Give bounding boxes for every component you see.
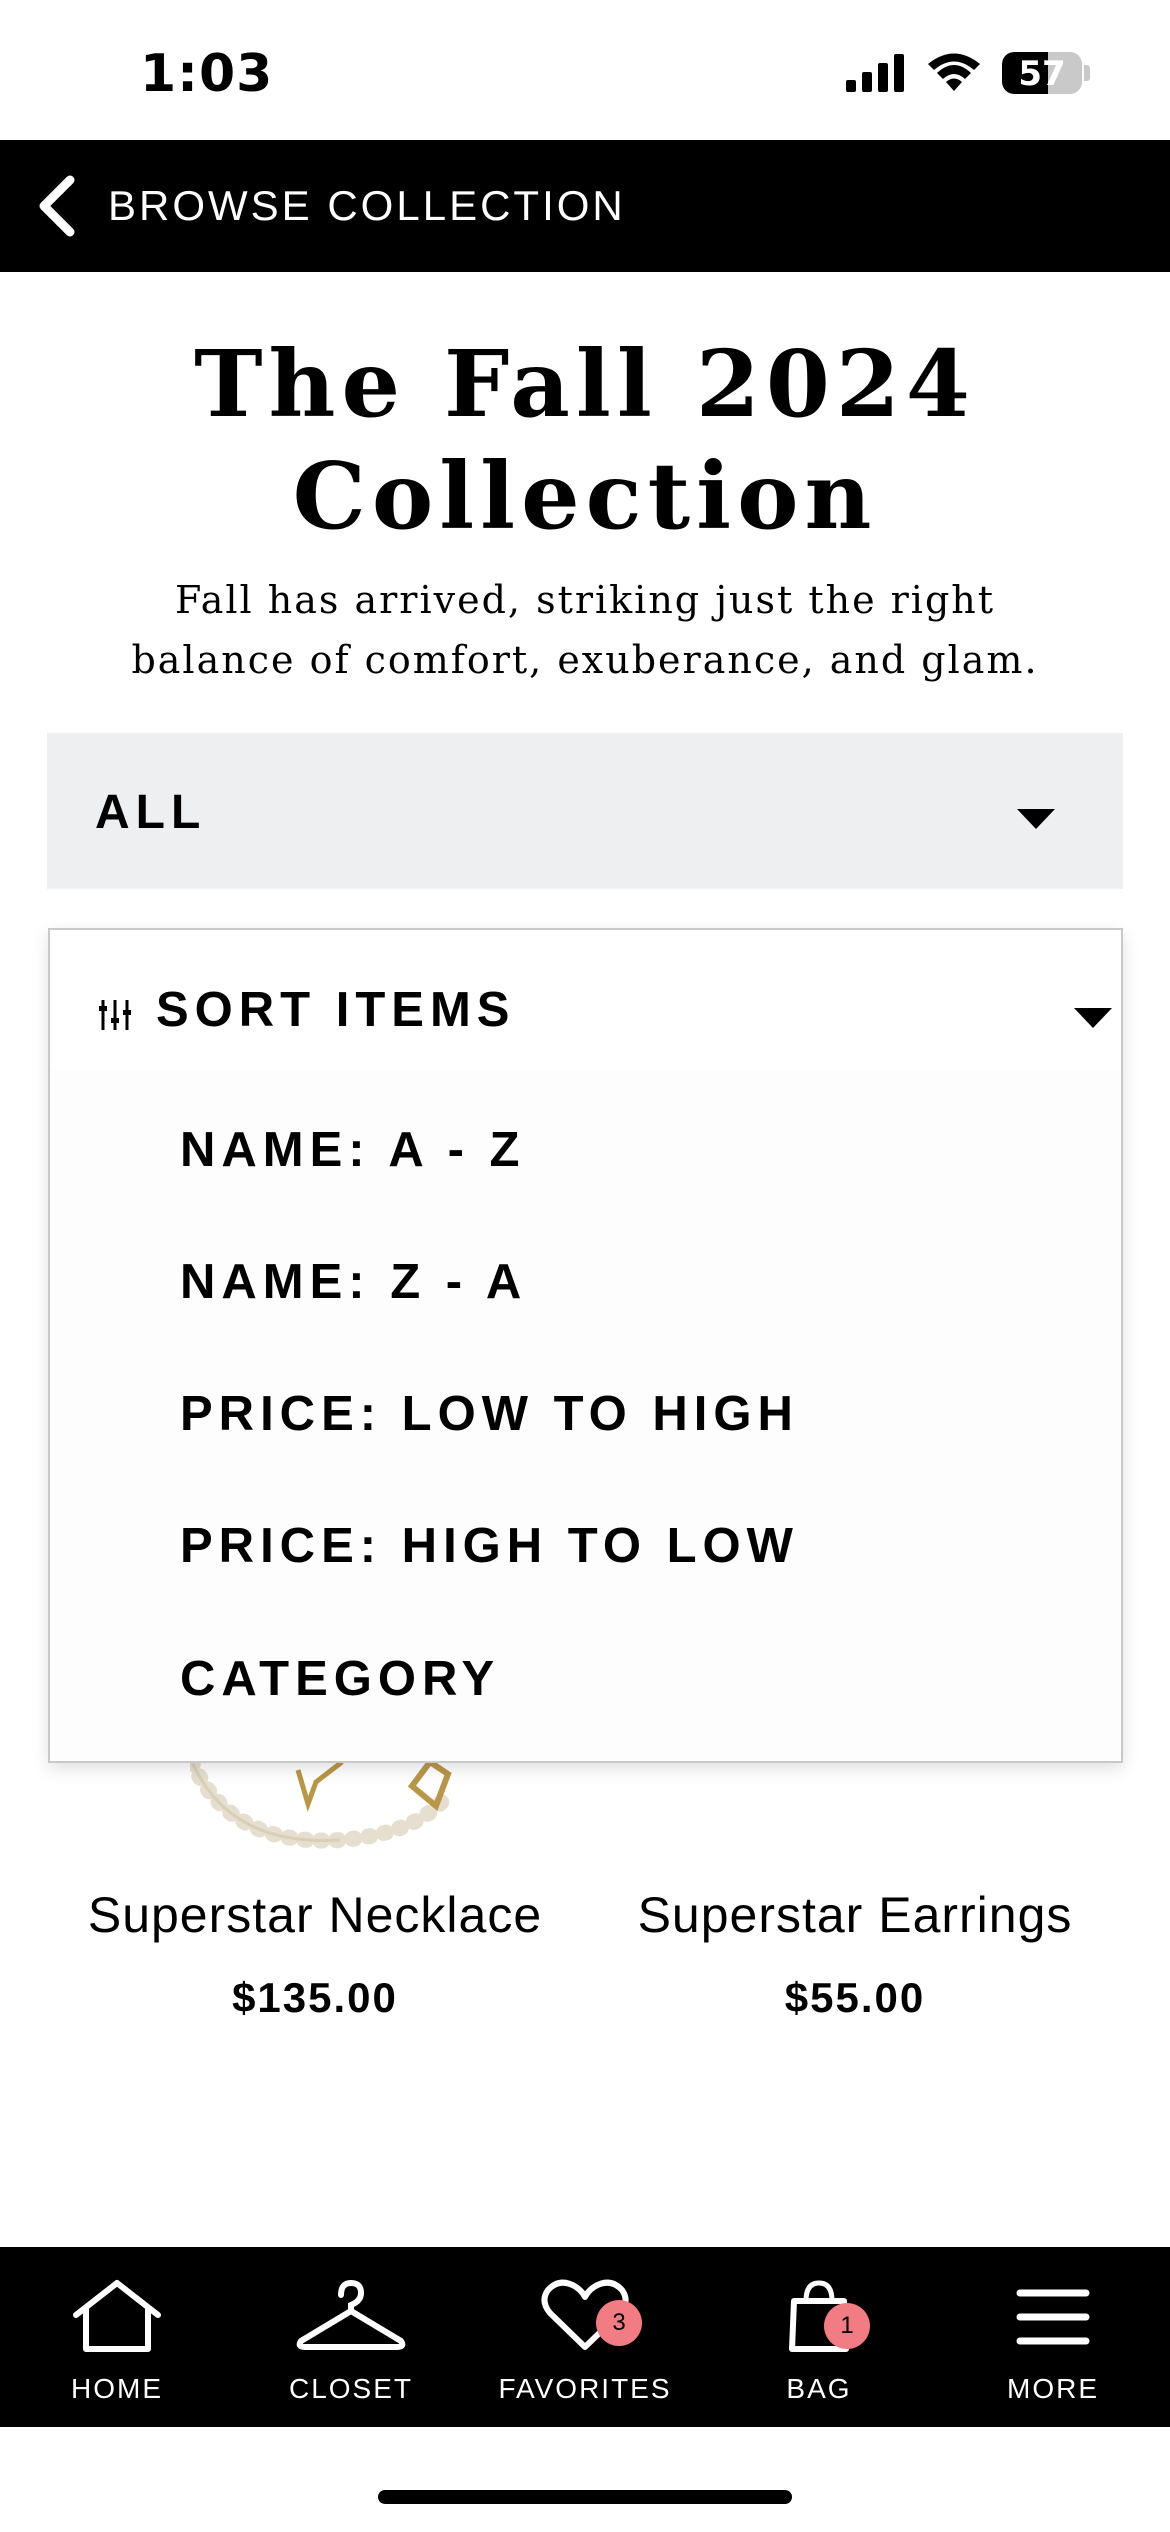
sort-option-name-a-z[interactable]: NAME: A - Z	[180, 1122, 525, 1178]
battery-icon: 57	[1002, 52, 1082, 94]
favorites-count-badge: 3	[596, 2300, 642, 2346]
nav-more[interactable]: MORE	[936, 2247, 1170, 2427]
sort-option-price-high-low[interactable]: PRICE: HIGH TO LOW	[180, 1518, 799, 1574]
page-subtitle: Fall has arrived, striking just the righ…	[100, 570, 1070, 690]
page-title-line-1: The Fall 2024	[194, 330, 976, 438]
sort-option-name-z-a[interactable]: NAME: Z - A	[180, 1254, 527, 1310]
nav-closet-label: CLOSET	[288, 2373, 414, 2404]
sort-option-price-low-high[interactable]: PRICE: LOW TO HIGH	[180, 1386, 799, 1442]
nav-favorites[interactable]: 3 FAVORITES	[468, 2247, 702, 2427]
page-title-line-2: Collection	[292, 442, 878, 550]
back-to-browse-link[interactable]: BROWSE COLLECTION	[108, 182, 626, 230]
nav-more-label: MORE	[1007, 2373, 1099, 2404]
battery-cap	[1084, 65, 1090, 81]
status-bar: 1:03 57	[0, 0, 1170, 140]
header-bar: BROWSE COLLECTION	[0, 140, 1170, 272]
battery-percent: 57	[1018, 54, 1066, 94]
nav-home[interactable]: HOME	[0, 2247, 234, 2427]
cellular-signal-icon	[846, 54, 904, 92]
chevron-left-icon[interactable]	[30, 174, 90, 238]
caret-down-icon	[1017, 809, 1055, 829]
product-price: $135.00	[232, 1974, 398, 2021]
page-subtitle-line-2: balance of comfort, exuberance, and glam…	[131, 638, 1039, 682]
menu-icon	[1016, 2289, 1090, 2345]
sort-option-category[interactable]: CATEGORY	[180, 1651, 500, 1707]
status-time: 1:03	[140, 44, 274, 104]
page-subtitle-line-1: Fall has arrived, striking just the righ…	[174, 578, 996, 622]
nav-favorites-label: FAVORITES	[498, 2373, 672, 2404]
product-name[interactable]: Superstar Earrings	[600, 1886, 1110, 1944]
sort-options-list: NAME: A - Z NAME: Z - A PRICE: LOW TO HI…	[50, 1070, 1121, 1760]
bag-count-badge: 1	[824, 2303, 870, 2349]
nav-home-label: HOME	[71, 2373, 163, 2404]
sort-dropdown-toggle[interactable]: SORT ITEMS	[50, 930, 1121, 1068]
category-filter-value: ALL	[95, 786, 207, 839]
status-icons: 57	[846, 52, 1090, 94]
hanger-icon	[296, 2279, 406, 2350]
product-price: $55.00	[784, 1974, 926, 2021]
home-indicator[interactable]	[378, 2490, 792, 2504]
sort-dropdown-label: SORT ITEMS	[156, 983, 516, 1037]
caret-down-icon	[1074, 1008, 1112, 1028]
product-image-necklace[interactable]	[190, 1752, 470, 1852]
home-icon	[73, 2280, 161, 2352]
sliders-icon	[99, 1000, 131, 1030]
wifi-icon	[928, 53, 980, 91]
category-filter-select[interactable]: ALL	[47, 733, 1123, 889]
nav-bag[interactable]: 1 BAG	[702, 2247, 936, 2427]
sort-dropdown[interactable]: SORT ITEMS NAME: A - Z NAME: Z - A PRICE…	[48, 928, 1123, 1763]
product-name[interactable]: Superstar Necklace	[40, 1886, 590, 1944]
nav-bag-label: BAG	[786, 2373, 852, 2404]
nav-closet[interactable]: CLOSET	[234, 2247, 468, 2427]
page-title: The Fall 2024 Collection	[0, 328, 1170, 552]
bottom-nav: HOME CLOSET 3 FAVORITES 1 BAG MORE	[0, 2247, 1170, 2427]
